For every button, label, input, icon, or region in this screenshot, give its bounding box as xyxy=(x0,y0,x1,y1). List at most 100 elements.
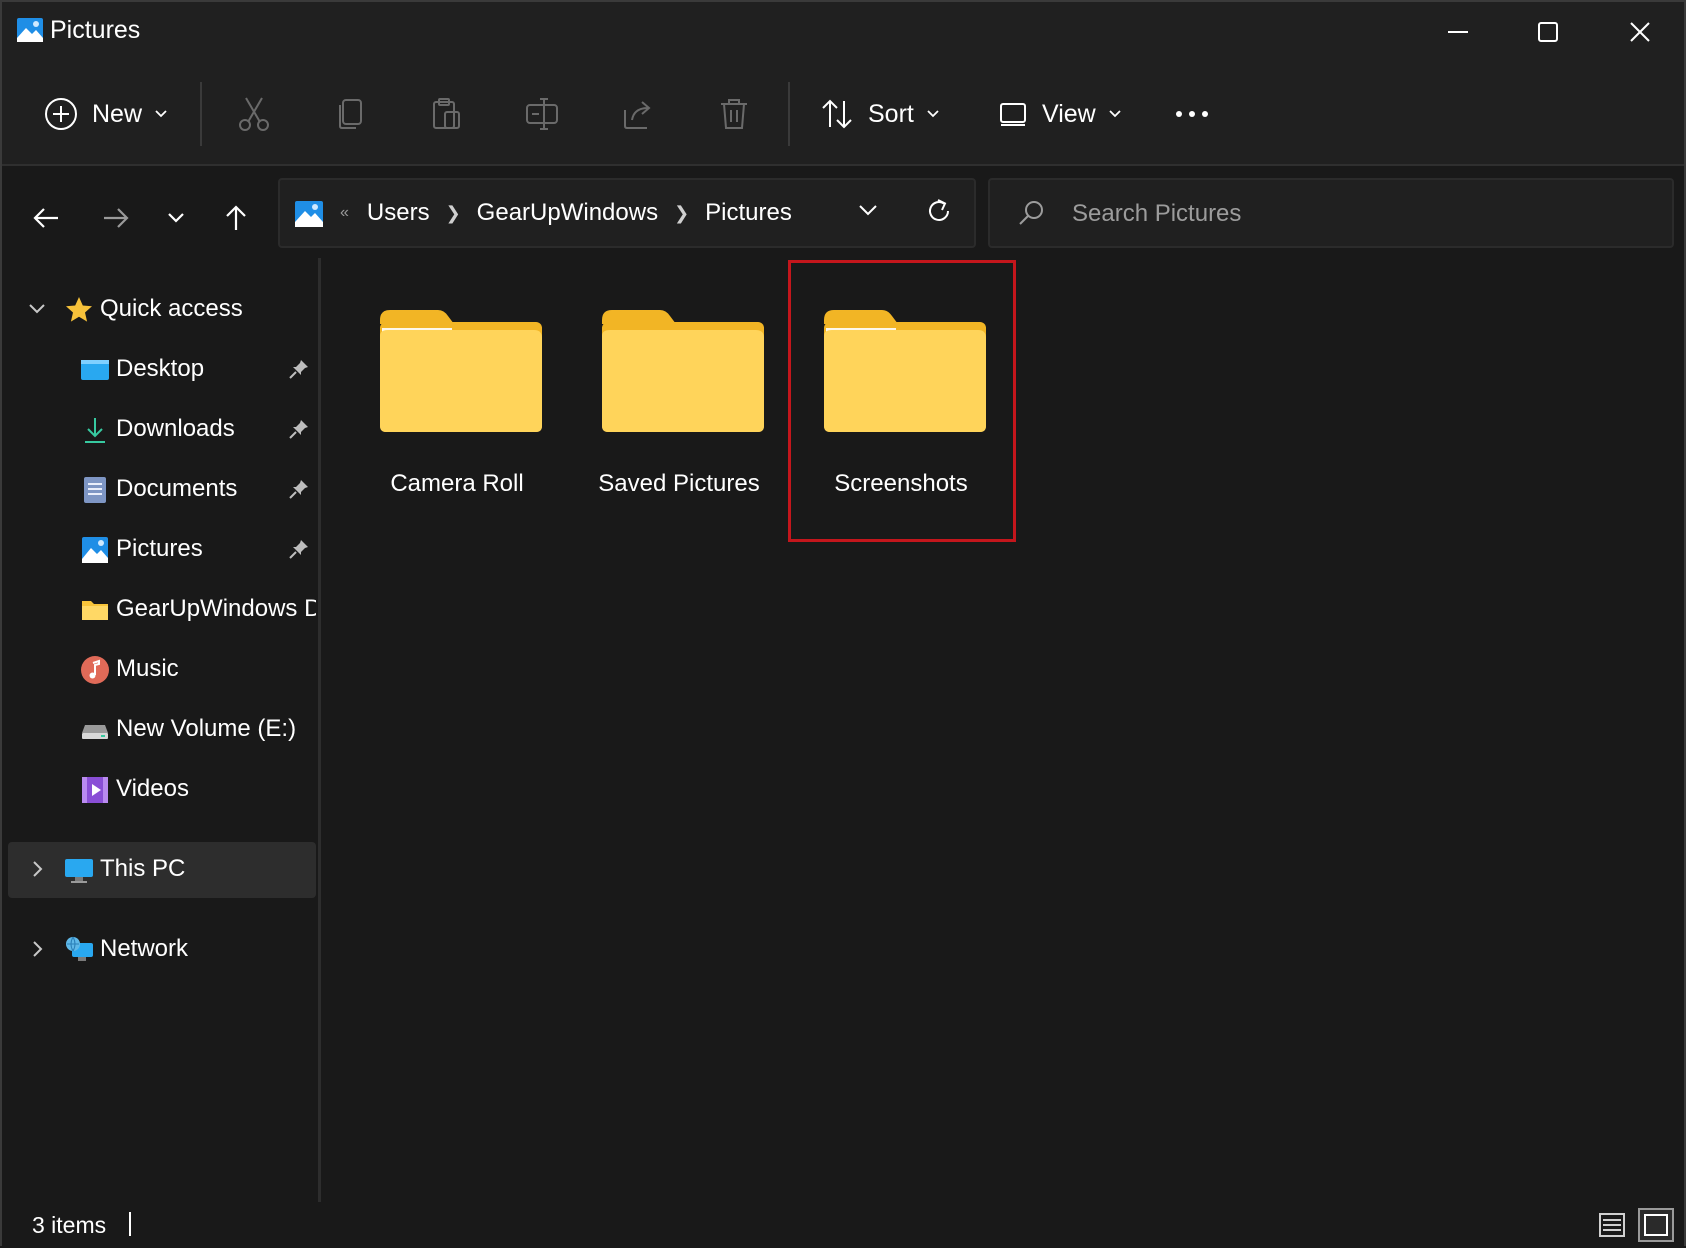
rename-button[interactable] xyxy=(520,92,564,136)
network-icon xyxy=(66,936,93,961)
chevron-right-icon[interactable] xyxy=(26,938,48,960)
view-button-label: View xyxy=(1042,99,1096,128)
address-history-chevron-icon[interactable] xyxy=(856,198,880,222)
breadcrumb: « Users ❯ GearUpWindows ❯ Pictures xyxy=(340,180,792,246)
command-separator xyxy=(200,82,202,146)
file-explorer-window: Pictures New Sort View « Users ❯ GearUpW… xyxy=(0,0,1686,1248)
sort-icon xyxy=(822,99,852,129)
sidebar-item-videos[interactable]: Videos xyxy=(8,762,316,818)
command-separator xyxy=(788,82,790,146)
cut-button[interactable] xyxy=(232,92,276,136)
close-icon xyxy=(1630,22,1650,42)
sidebar-item-label: Videos xyxy=(116,775,189,802)
sidebar-item-this-pc[interactable]: This PC xyxy=(8,842,316,898)
search-input[interactable] xyxy=(1070,192,1634,236)
large-icons-view-icon xyxy=(1644,1214,1668,1236)
view-button[interactable]: View xyxy=(998,86,1122,142)
cut-icon xyxy=(239,97,269,131)
maximize-button[interactable] xyxy=(1502,2,1594,62)
sidebar-item-label: Quick access xyxy=(100,295,243,322)
delete-icon xyxy=(721,99,747,129)
sidebar-item-documents[interactable]: Documents xyxy=(8,462,316,518)
pin-icon[interactable] xyxy=(288,418,310,440)
details-view-button[interactable] xyxy=(1594,1208,1630,1242)
this-pc-icon xyxy=(65,859,93,883)
folder-item[interactable]: Saved Pictures xyxy=(568,262,790,532)
sidebar-item-desktop[interactable]: Desktop xyxy=(8,342,316,398)
breadcrumb-separator-icon[interactable]: ❯ xyxy=(446,203,461,224)
back-button[interactable] xyxy=(24,196,68,240)
address-bar[interactable]: « Users ❯ GearUpWindows ❯ Pictures xyxy=(278,178,976,248)
navigation-pane: Quick access Desktop Downloads Documents… xyxy=(2,262,320,1202)
sidebar-item-network[interactable]: Network xyxy=(8,922,316,978)
search-box[interactable] xyxy=(988,178,1674,248)
sidebar-item-label: Pictures xyxy=(116,535,203,562)
sort-button[interactable]: Sort xyxy=(820,86,940,142)
paste-button[interactable] xyxy=(424,92,468,136)
add-circle-icon xyxy=(45,98,77,130)
paste-icon xyxy=(433,98,460,129)
large-icons-view-button[interactable] xyxy=(1638,1208,1674,1242)
close-button[interactable] xyxy=(1594,2,1686,62)
forward-button[interactable] xyxy=(94,196,138,240)
desktop-icon xyxy=(81,360,109,380)
chevron-down-icon[interactable] xyxy=(26,298,48,320)
drive-icon xyxy=(82,725,108,739)
breadcrumb-item-users[interactable]: Users xyxy=(367,199,430,227)
chevron-right-icon[interactable] xyxy=(26,858,48,880)
copy-button[interactable] xyxy=(328,92,372,136)
sidebar-item-new-volume[interactable]: New Volume (E:) xyxy=(8,702,316,758)
pin-icon[interactable] xyxy=(288,538,310,560)
new-button[interactable]: New xyxy=(44,86,168,142)
arrow-right-icon xyxy=(104,208,129,228)
share-icon xyxy=(624,101,651,129)
highlight-annotation-box xyxy=(788,260,1016,542)
view-icon xyxy=(1000,103,1026,126)
status-bar: 3 items xyxy=(2,1202,1684,1248)
chevron-down-icon xyxy=(1109,110,1121,118)
new-button-label: New xyxy=(92,99,143,128)
delete-button[interactable] xyxy=(712,92,756,136)
arrow-left-icon xyxy=(33,208,58,228)
breadcrumb-item-gearupwindows[interactable]: GearUpWindows xyxy=(477,199,658,227)
sidebar-item-gearupwindows[interactable]: GearUpWindows D xyxy=(8,582,316,638)
sidebar-item-label: New Volume (E:) xyxy=(116,715,297,742)
folder-icon xyxy=(82,601,108,620)
folder-name: Camera Roll xyxy=(390,470,524,497)
share-button[interactable] xyxy=(616,92,660,136)
minimize-button[interactable] xyxy=(1412,2,1504,62)
recent-locations-button[interactable] xyxy=(154,196,198,240)
sidebar-item-pictures[interactable]: Pictures xyxy=(8,522,316,578)
title-bar: Pictures xyxy=(2,2,1684,62)
sidebar-item-quick-access[interactable]: Quick access xyxy=(8,282,316,338)
pin-icon[interactable] xyxy=(288,358,310,380)
navigation-bar: « Users ❯ GearUpWindows ❯ Pictures xyxy=(2,166,1684,262)
breadcrumb-item-pictures[interactable]: Pictures xyxy=(705,199,792,227)
maximize-icon xyxy=(1538,22,1558,42)
pin-icon[interactable] xyxy=(288,478,310,500)
breadcrumb-overflow[interactable]: « xyxy=(340,204,349,222)
command-bar: New Sort View xyxy=(2,62,1684,166)
sidebar-item-label: Downloads xyxy=(116,415,235,442)
minimize-icon xyxy=(1448,31,1468,33)
status-separator xyxy=(129,1212,131,1236)
pane-divider[interactable] xyxy=(318,258,321,1202)
refresh-icon[interactable] xyxy=(924,196,954,226)
breadcrumb-separator-icon[interactable]: ❯ xyxy=(674,203,689,224)
chevron-down-icon xyxy=(168,213,184,223)
documents-icon xyxy=(84,477,106,503)
up-button[interactable] xyxy=(214,196,258,240)
more-options-button[interactable] xyxy=(1174,86,1210,142)
sidebar-item-downloads[interactable]: Downloads xyxy=(8,402,316,458)
sort-button-label: Sort xyxy=(868,99,914,128)
sidebar-item-music[interactable]: Music xyxy=(8,642,316,698)
pictures-icon xyxy=(295,201,323,227)
window-title: Pictures xyxy=(50,16,141,44)
arrow-up-icon xyxy=(226,205,246,230)
folder-item[interactable]: Camera Roll xyxy=(346,262,568,532)
music-icon xyxy=(81,656,109,684)
folder-name: Saved Pictures xyxy=(598,470,760,497)
rename-icon xyxy=(526,98,558,130)
pictures-icon xyxy=(82,537,108,563)
sidebar-item-label: This PC xyxy=(100,855,186,882)
